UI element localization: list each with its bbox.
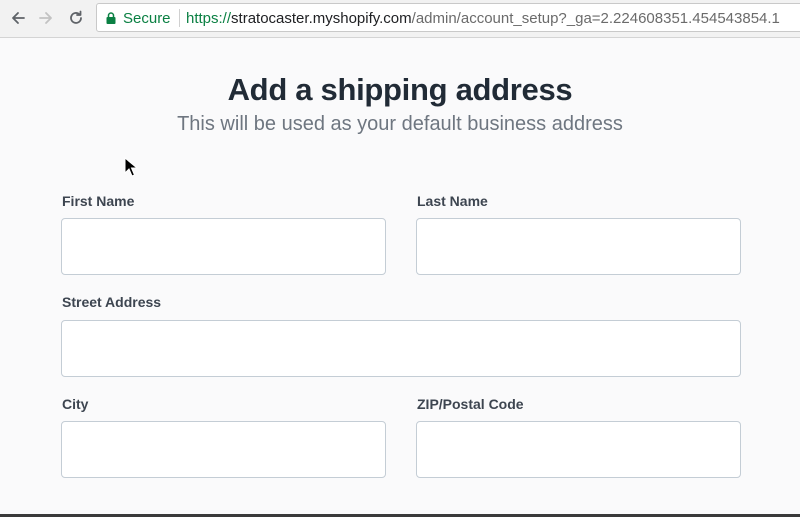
zip-postal-code-field[interactable] [416,421,741,478]
reload-icon[interactable] [64,6,88,30]
forward-arrow-icon[interactable] [34,6,58,30]
city-label: City [62,396,89,412]
first-name-label: First Name [62,193,135,209]
street-address-label: Street Address [62,294,162,310]
browser-toolbar: Secure https://stratocaster.myshopify.co… [0,0,800,38]
last-name-label: Last Name [417,193,488,209]
city-field[interactable] [61,421,386,478]
last-name-field[interactable] [416,218,741,275]
address-bar-divider [179,9,180,27]
page-subtitle: This will be used as your default busine… [177,113,623,135]
mouse-pointer-icon [124,157,138,177]
zip-postal-code-label: ZIP/Postal Code [417,396,524,412]
url-text[interactable]: https://stratocaster.myshopify.com/admin… [186,10,780,27]
back-arrow-icon[interactable] [6,6,30,30]
lock-icon [106,12,116,24]
page-title: Add a shipping address [227,72,573,107]
street-address-field[interactable] [61,320,741,377]
first-name-field[interactable] [61,218,386,275]
address-bar[interactable]: Secure https://stratocaster.myshopify.co… [96,3,800,32]
url-host: stratocaster.myshopify.com [231,10,412,27]
url-path: /admin/account_setup?_ga=2.224608351.454… [411,10,780,27]
url-scheme: https:// [186,10,232,27]
secure-label: Secure [123,10,171,27]
